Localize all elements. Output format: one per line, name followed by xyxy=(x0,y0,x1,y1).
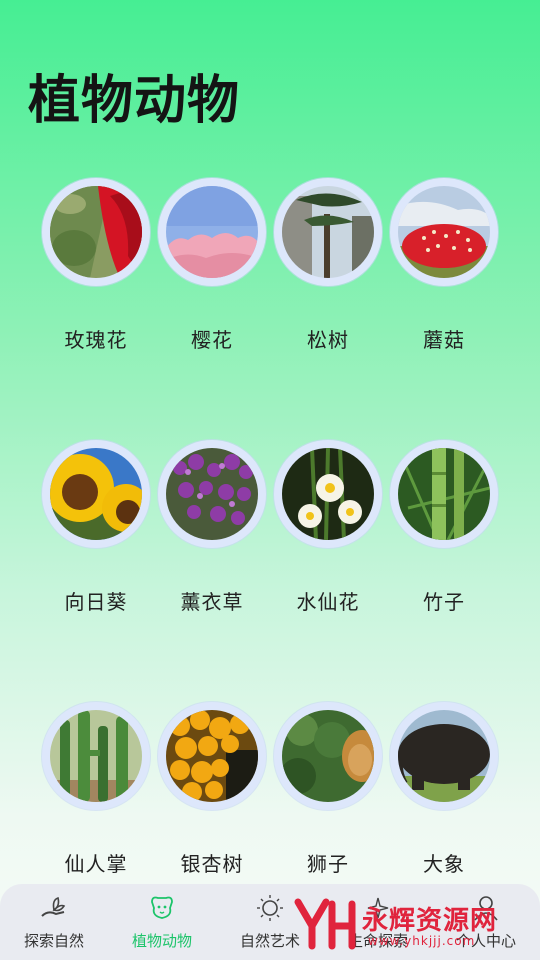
mushroom-image xyxy=(398,186,490,278)
grid-item-elephant[interactable]: 大象 xyxy=(386,702,502,877)
grid-item-mushroom[interactable]: 蘑菇 xyxy=(386,178,502,353)
nav-label: 植物动物 xyxy=(131,932,192,950)
grid-item-rose[interactable]: 玫瑰花 xyxy=(38,178,154,353)
image-frame xyxy=(390,178,498,286)
watermark-logo xyxy=(294,898,356,950)
image-frame xyxy=(390,440,498,548)
item-label: 樱花 xyxy=(191,328,233,352)
grid-item-cherry-blossom[interactable]: 樱花 xyxy=(154,178,270,353)
item-label: 向日葵 xyxy=(64,590,128,614)
item-label: 松树 xyxy=(307,328,349,352)
nav-item-plants-animals[interactable]: 植物动物 xyxy=(112,894,212,951)
nav-label: 探索自然 xyxy=(23,932,84,950)
nav-item-explore-nature[interactable]: 探索自然 xyxy=(4,894,104,951)
hand-plant-icon xyxy=(4,894,104,922)
lavender-image xyxy=(166,448,258,540)
item-label: 竹子 xyxy=(423,590,465,614)
image-frame xyxy=(42,178,150,286)
sunflower-image xyxy=(50,448,142,540)
item-label: 薰衣草 xyxy=(180,590,244,614)
pine-tree-image xyxy=(282,186,374,278)
grid-item-sunflower[interactable]: 向日葵 xyxy=(38,440,154,615)
item-label: 银杏树 xyxy=(180,852,244,876)
item-label: 玫瑰花 xyxy=(64,328,128,352)
grid-item-lion[interactable]: 狮子 xyxy=(270,702,386,877)
grid-item-lavender[interactable]: 薰衣草 xyxy=(154,440,270,615)
narcissus-image xyxy=(282,448,374,540)
image-frame xyxy=(42,440,150,548)
watermark-text: 永辉资源网 xyxy=(362,906,498,936)
bamboo-image xyxy=(398,448,490,540)
image-frame xyxy=(158,702,266,810)
grid-item-narcissus[interactable]: 水仙花 xyxy=(270,440,386,615)
item-label: 水仙花 xyxy=(296,590,360,614)
image-frame xyxy=(274,702,382,810)
image-frame xyxy=(390,702,498,810)
item-label: 蘑菇 xyxy=(423,328,465,352)
item-label: 狮子 xyxy=(307,852,349,876)
cactus-image xyxy=(50,710,142,802)
image-frame xyxy=(42,702,150,810)
grid-item-cactus[interactable]: 仙人掌 xyxy=(38,702,154,877)
cherry-blossom-image xyxy=(166,186,258,278)
grid-item-bamboo[interactable]: 竹子 xyxy=(386,440,502,615)
image-frame xyxy=(274,178,382,286)
lion-image xyxy=(282,710,374,802)
item-label: 仙人掌 xyxy=(64,852,128,876)
item-label: 大象 xyxy=(423,852,465,876)
page-title: 植物动物 xyxy=(28,71,241,131)
image-frame xyxy=(274,440,382,548)
grid-item-ginkgo[interactable]: 银杏树 xyxy=(154,702,270,877)
elephant-image xyxy=(398,710,490,802)
watermark-url: www.yhkjjj.com xyxy=(368,934,476,948)
watermark: 永辉资源网 www.yhkjjj.com xyxy=(292,896,532,956)
image-frame xyxy=(158,178,266,286)
ginkgo-image xyxy=(166,710,258,802)
image-frame xyxy=(158,440,266,548)
dog-icon xyxy=(112,894,212,922)
grid-item-pine[interactable]: 松树 xyxy=(270,178,386,353)
rose-image xyxy=(50,186,142,278)
